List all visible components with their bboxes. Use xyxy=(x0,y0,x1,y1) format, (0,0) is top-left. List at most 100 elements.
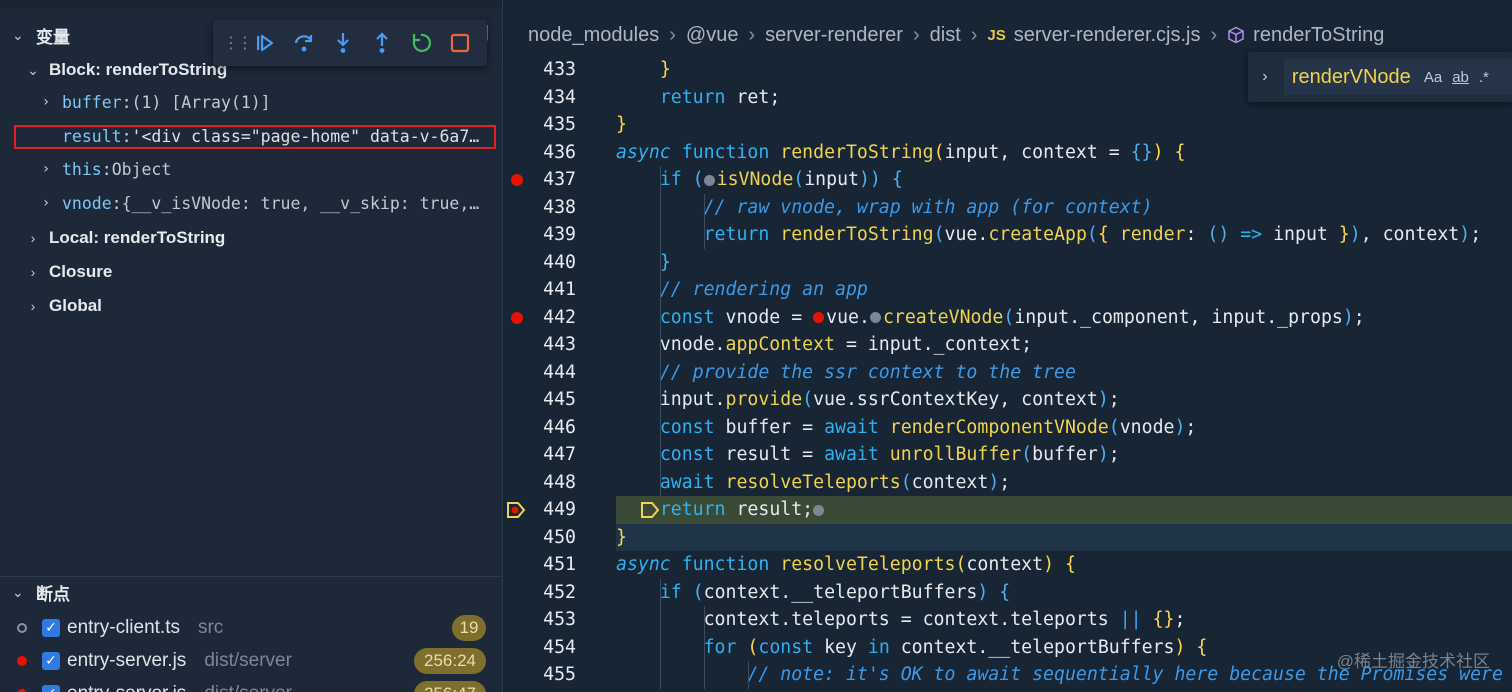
breakpoint-file: entry-client.ts xyxy=(67,616,180,638)
breadcrumb-part[interactable]: node_modules xyxy=(528,24,659,47)
breakpoint-icon[interactable] xyxy=(511,174,523,186)
js-file-icon: JS xyxy=(987,26,1006,44)
var-buffer[interactable]: › buffer: (1) [Array(1)] xyxy=(0,87,502,117)
scope-label: Closure xyxy=(49,262,113,281)
breadcrumb-part[interactable]: @vue xyxy=(686,24,739,47)
line-number: 455 xyxy=(543,664,576,685)
code-line[interactable]: 450} xyxy=(543,523,1512,551)
var-this[interactable]: › this: Object xyxy=(0,154,502,184)
code-text: async function renderToString(input, con… xyxy=(616,141,1186,163)
code-text: if (context.__teleportBuffers) { xyxy=(659,581,1011,603)
debug-toolbar: ⋮⋮ xyxy=(213,20,487,66)
indent-guide xyxy=(660,578,661,689)
find-input[interactable]: renderVNode Aa ab .* xyxy=(1283,59,1512,95)
find-widget: › renderVNode Aa ab .* xyxy=(1248,52,1512,102)
code-line[interactable]: 445 input.provide(vue.ssrContextKey, con… xyxy=(503,386,1512,414)
chevron-right-icon: › xyxy=(970,23,978,46)
code-line[interactable]: 435} xyxy=(503,111,1512,139)
code-line[interactable]: 442 const vnode = vue. createVNode(input.… xyxy=(503,304,1512,332)
stop-icon xyxy=(450,33,469,53)
chevron-right-icon: › xyxy=(912,23,920,46)
scope-local[interactable]: › Local: renderToString xyxy=(0,223,502,253)
code-line[interactable]: 452 if (context.__teleportBuffers) { xyxy=(503,579,1512,607)
line-number: 453 xyxy=(543,609,576,630)
chevron-down-icon: ⌄ xyxy=(27,61,39,78)
line-badge: 256:47 xyxy=(414,680,486,692)
code-line[interactable]: 436 async function renderToString(input, … xyxy=(503,139,1512,167)
breakpoints-title: 断点 xyxy=(36,584,70,604)
regex-toggle[interactable]: .* xyxy=(1479,69,1489,86)
match-word-toggle[interactable]: ab xyxy=(1452,69,1469,86)
code-text: // provide the ssr context to the tree xyxy=(659,361,1076,383)
breakpoint-file: entry-server.js xyxy=(67,683,186,692)
line-number: 441 xyxy=(543,279,576,300)
step-over-icon xyxy=(294,35,312,52)
code-line[interactable]: 437 if (isVNode(input)) { xyxy=(503,166,1512,194)
code-editor[interactable]: node_modules › @vue › server-renderer › … xyxy=(503,0,1512,692)
code-line[interactable]: 451 async function resolveTeleports(conte… xyxy=(503,551,1512,579)
step-out-button[interactable] xyxy=(362,20,401,66)
breakpoint-path: dist/server xyxy=(204,683,292,692)
breakpoint-item[interactable]: ✓ entry-server.js dist/server 256:24 xyxy=(0,644,502,677)
code-text: context.teleports = context.teleports ||… xyxy=(616,609,1186,630)
indent-guide xyxy=(704,606,705,689)
breakpoint-icon xyxy=(17,655,27,666)
code-text: vnode.appContext = input._context; xyxy=(616,334,1033,355)
checkbox-checked[interactable]: ✓ xyxy=(42,618,60,637)
breakpoints-header[interactable]: ⌄ 断点 xyxy=(0,576,502,607)
match-case-toggle[interactable]: Aa xyxy=(1424,69,1442,86)
checkbox-checked[interactable]: ✓ xyxy=(42,651,60,670)
line-number: 447 xyxy=(543,444,576,465)
code-text: const result = await unrollBuffer(buffer… xyxy=(659,444,1120,465)
continue-button[interactable] xyxy=(245,20,284,66)
breakpoint-icon[interactable] xyxy=(511,311,523,324)
code-line[interactable]: 441 // rendering an app xyxy=(503,276,1512,304)
code-text: } xyxy=(616,526,627,548)
watermark: @稀土掘金技术社区 xyxy=(1336,652,1490,671)
breadcrumb-symbol[interactable]: renderToString xyxy=(1253,24,1384,47)
restart-button[interactable] xyxy=(401,20,440,66)
code-line[interactable]: 446 const buffer = await renderComponent… xyxy=(503,414,1512,442)
line-number: 452 xyxy=(543,581,576,603)
indent-guide xyxy=(660,166,661,496)
code-line[interactable]: 438 // raw vnode, wrap with app (for con… xyxy=(503,194,1512,222)
step-over-button[interactable] xyxy=(284,20,323,66)
chevron-right-icon: › xyxy=(30,298,36,314)
checkbox-checked[interactable]: ✓ xyxy=(42,684,60,692)
scope-closure[interactable]: › Closure xyxy=(0,257,502,287)
chevron-right-icon[interactable]: › xyxy=(1254,68,1276,86)
breakpoint-item[interactable]: ✓ entry-server.js dist/server 256:47 xyxy=(0,677,502,692)
code-text: // raw vnode, wrap with app (for context… xyxy=(703,196,1153,218)
code-text: async function resolveTeleports(context)… xyxy=(616,554,1076,575)
code-line[interactable]: 448 await resolveTeleports(context); xyxy=(503,469,1512,497)
code-line[interactable]: 447 const result = await unrollBuffer(bu… xyxy=(503,441,1512,469)
code-line[interactable]: 449 return result; xyxy=(507,496,1512,524)
breadcrumb-part[interactable]: dist xyxy=(930,24,961,47)
find-query: renderVNode xyxy=(1291,65,1411,88)
debug-sidebar: ⌄ 变量 ] ⌄ Block: renderToString › buffer:… xyxy=(0,0,502,692)
code-line[interactable]: 444 // provide the ssr context to the tr… xyxy=(503,359,1512,387)
breakpoint-item[interactable]: ✓ entry-client.ts src 19 xyxy=(0,611,502,644)
code-line[interactable]: 443 vnode.appContext = input._context; xyxy=(503,331,1512,359)
code-line[interactable]: 440 } xyxy=(503,249,1512,277)
scope-global[interactable]: › Global xyxy=(0,291,502,321)
breakpoint-hollow-icon xyxy=(17,622,27,633)
step-into-button[interactable] xyxy=(323,20,362,66)
breadcrumb-part[interactable]: server-renderer xyxy=(765,24,903,47)
scope-label: Global xyxy=(49,296,102,315)
var-name: buffer xyxy=(62,92,122,112)
code-text: return renderToString(vue.createApp({ re… xyxy=(703,224,1482,245)
drag-handle-icon[interactable]: ⋮⋮ xyxy=(223,33,253,53)
breadcrumb-file[interactable]: server-renderer.cjs.js xyxy=(1014,24,1201,47)
restart-icon xyxy=(412,33,431,52)
var-value: (1) [Array(1)] xyxy=(131,92,271,112)
var-vnode[interactable]: › vnode: {__v_isVNode: true, __v_skip: t… xyxy=(0,188,502,218)
chevron-right-icon: › xyxy=(748,23,756,46)
code-text: input.provide(vue.ssrContextKey, context… xyxy=(616,389,1120,410)
code-line[interactable]: 453 context.teleports = context.teleport… xyxy=(503,606,1512,634)
code-text: const vnode = vue. createVNode(input._com… xyxy=(659,306,1365,328)
code-text: } xyxy=(616,114,627,135)
stop-button[interactable] xyxy=(440,20,479,66)
var-value: Object xyxy=(111,159,172,179)
code-line[interactable]: 439 return renderToString(vue.createApp(… xyxy=(503,221,1512,249)
